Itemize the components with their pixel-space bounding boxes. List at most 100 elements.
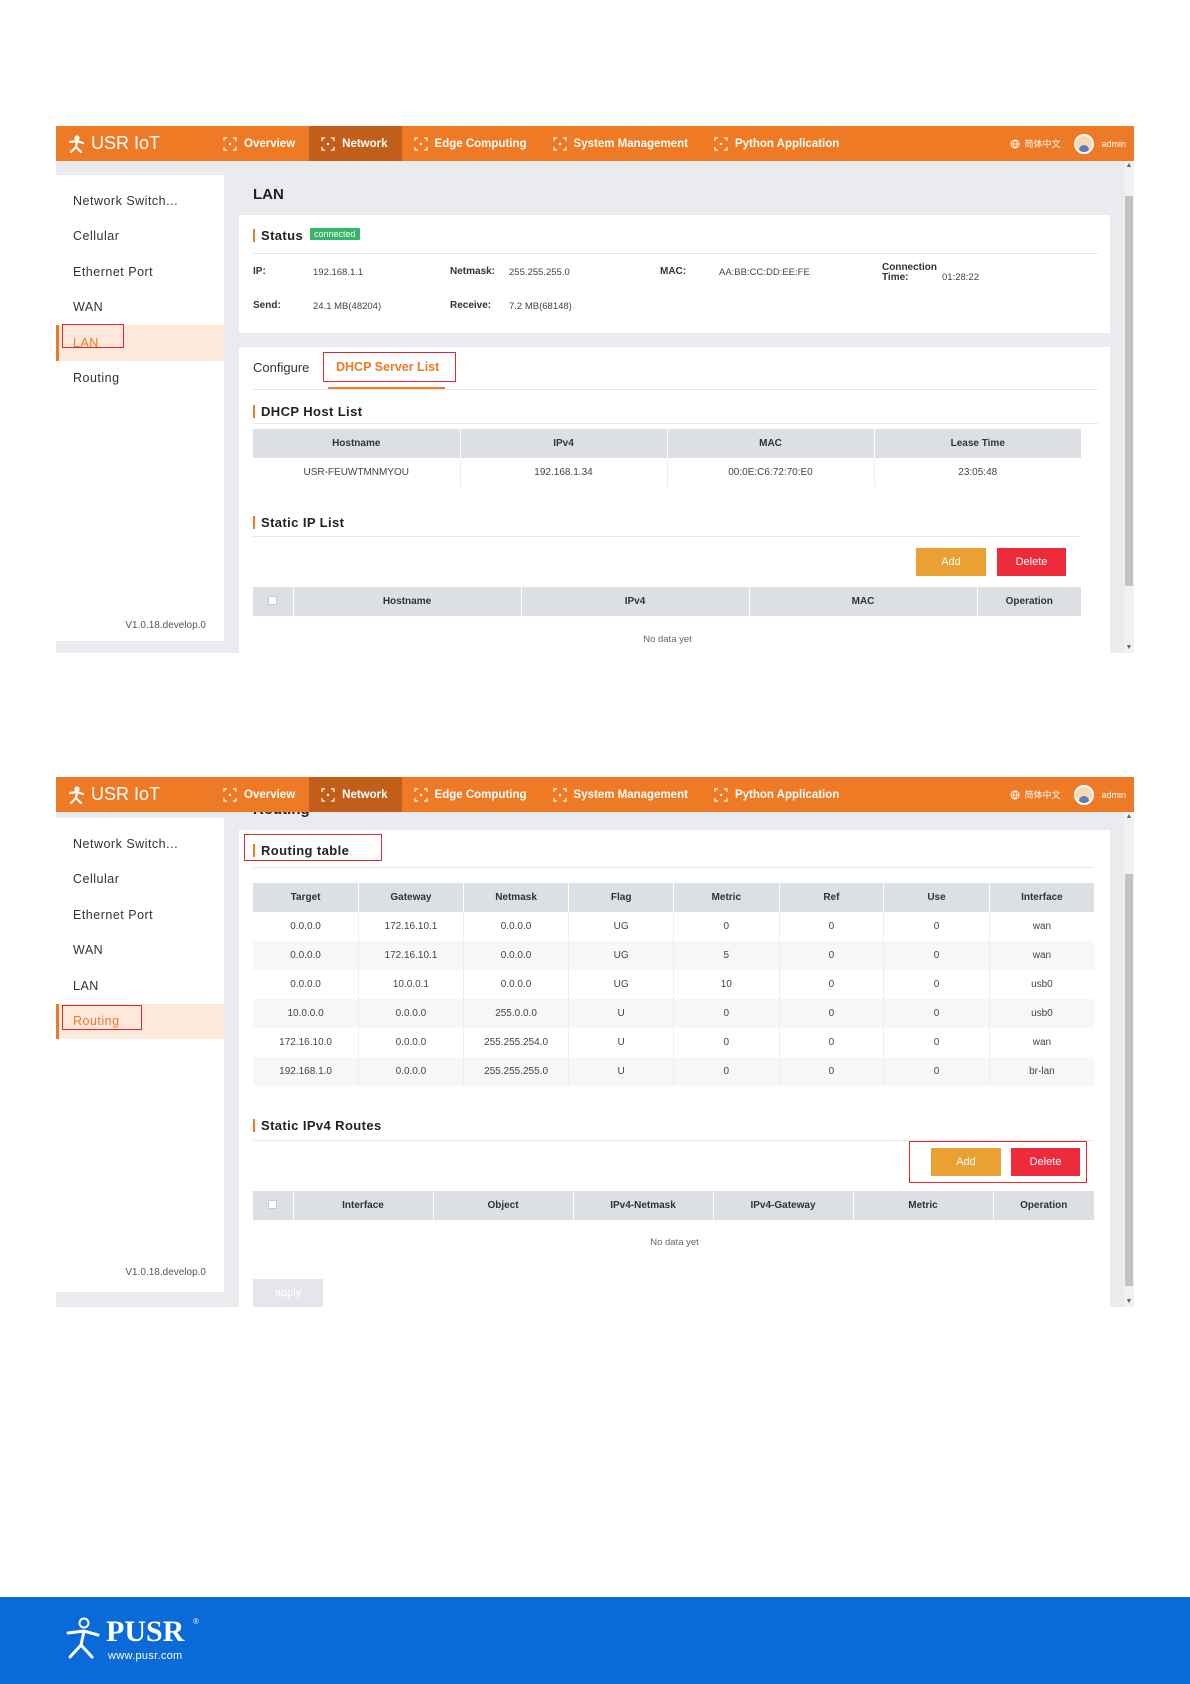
frame-icon — [223, 787, 237, 802]
sidebar-item-wan[interactable]: WAN — [56, 933, 224, 969]
footer-url: www.pusr.com — [108, 1650, 183, 1662]
column-header: Target — [253, 883, 360, 912]
frame-icon — [714, 136, 728, 151]
sidebar-item-ethernet-port[interactable]: Ethernet Port — [56, 897, 224, 933]
scrollbar[interactable]: ▲ ▼ — [1124, 161, 1134, 653]
nav-label: System Management — [573, 137, 688, 150]
apply-button[interactable]: apply — [253, 1279, 323, 1307]
version-label: V1.0.18.develop.0 — [125, 620, 206, 631]
usr-logo-icon — [68, 134, 85, 153]
sidebar-item-network-switch[interactable]: Network Switch... — [56, 826, 224, 862]
table-cell: 0.0.0.0 — [253, 941, 360, 970]
send-label: Send: — [253, 300, 281, 311]
nav-label: Edge Computing — [434, 788, 527, 801]
table-cell: 0 — [779, 941, 885, 970]
sidebar-item-ethernet-port[interactable]: Ethernet Port — [56, 254, 224, 290]
sidebar-item-cellular[interactable]: Cellular — [56, 219, 224, 255]
table-cell: 0 — [673, 1057, 780, 1086]
dhcp-host-table: Hostname IPv4 MAC Lease Time USR-FEUWTMN… — [253, 429, 1081, 487]
column-header: Lease Time — [874, 429, 1081, 458]
table-cell: 0 — [779, 1057, 885, 1086]
column-header: Ref — [779, 883, 885, 912]
delete-button[interactable]: Delete — [1011, 1148, 1080, 1176]
scrollbar[interactable]: ▲ ▼ — [1124, 812, 1134, 1307]
table-cell: 00:0E:C6:72:70:E0 — [667, 458, 875, 487]
delete-button[interactable]: Delete — [997, 548, 1066, 576]
table-cell: 192.168.1.0 — [253, 1057, 360, 1086]
status-title: Status — [253, 229, 303, 242]
user-name[interactable]: admin — [1101, 790, 1126, 800]
nav-overview[interactable]: Overview — [211, 126, 309, 161]
add-button[interactable]: Add — [931, 1148, 1001, 1176]
table-cell: 0.0.0.0 — [253, 970, 360, 999]
frame-icon — [552, 136, 567, 151]
nav-network[interactable]: Network — [309, 126, 402, 161]
nav-system-management[interactable]: System Management — [541, 126, 702, 161]
ip-label: IP: — [253, 266, 266, 277]
nav-python-application[interactable]: Python Application — [702, 777, 853, 812]
static-ip-list-title: Static IP List — [253, 516, 344, 529]
nav-label: Overview — [244, 137, 296, 150]
select-all-checkbox[interactable] — [268, 1199, 278, 1209]
static-ip-table: Hostname IPv4 MAC Operation — [253, 587, 1081, 616]
page-footer: PUSR ® www.pusr.com — [0, 1597, 1190, 1684]
table-row: 192.168.1.0 0.0.0.0 255.255.255.0 U 0 0 … — [253, 1057, 1094, 1086]
scroll-down-icon[interactable]: ▼ — [1125, 644, 1133, 652]
frame-icon — [413, 787, 428, 802]
language-switch[interactable]: 简体中文 — [1010, 137, 1060, 150]
column-header: Operation — [977, 587, 1081, 616]
avatar[interactable] — [1074, 784, 1095, 805]
mac-value: AA:BB:CC:DD:EE:FE — [719, 267, 810, 278]
select-all-checkbox[interactable] — [268, 595, 278, 605]
mac-label: MAC: — [660, 266, 687, 277]
add-button[interactable]: Add — [916, 548, 986, 576]
sidebar-item-wan[interactable]: WAN — [56, 290, 224, 326]
column-header: Netmask — [463, 883, 570, 912]
scroll-down-icon[interactable]: ▼ — [1125, 1298, 1133, 1306]
nav-python-application[interactable]: Python Application — [702, 126, 853, 161]
language-switch[interactable]: 简体中文 — [1010, 788, 1060, 801]
pusr-logo: PUSR ® www.pusr.com — [62, 1615, 302, 1667]
column-header: IPv4 — [460, 429, 668, 458]
table-cell: 0.0.0.0 — [463, 941, 570, 970]
table-cell: wan — [1032, 1037, 1052, 1048]
scroll-up-icon[interactable]: ▲ — [1125, 813, 1133, 821]
dhcp-host-list-title: DHCP Host List — [253, 405, 362, 418]
avatar[interactable] — [1074, 133, 1095, 154]
column-header: IPv4-Netmask — [573, 1191, 714, 1220]
tab-configure[interactable]: Configure — [253, 360, 309, 375]
sidebar-item-routing[interactable]: Routing — [56, 361, 224, 397]
sidebar-item-cellular[interactable]: Cellular — [56, 862, 224, 898]
scroll-up-icon[interactable]: ▲ — [1125, 162, 1133, 170]
sidebar-item-lan[interactable]: LAN — [56, 968, 224, 1004]
sidebar-item-network-switch[interactable]: Network Switch... — [56, 183, 224, 219]
user-name[interactable]: admin — [1101, 139, 1126, 149]
nav-network[interactable]: Network — [309, 777, 402, 812]
table-cell: 0 — [883, 1028, 990, 1057]
frame-icon — [413, 136, 428, 151]
column-header: Metric — [853, 1191, 994, 1220]
scroll-thumb[interactable] — [1125, 196, 1133, 586]
table-cell: wan — [1032, 921, 1052, 932]
netmask-label: Netmask: — [450, 266, 496, 277]
nav-overview[interactable]: Overview — [211, 777, 309, 812]
pusr-runner-icon — [66, 1617, 100, 1659]
column-header: Object — [433, 1191, 574, 1220]
dhcp-panel: Configure DHCP Server List DHCP Host Lis… — [239, 347, 1110, 653]
select-all-cell — [253, 1191, 294, 1220]
nav-edge-computing[interactable]: Edge Computing — [402, 126, 541, 161]
table-cell: U — [568, 1057, 674, 1086]
table-cell: U — [568, 999, 674, 1028]
nav-edge-computing[interactable]: Edge Computing — [402, 777, 541, 812]
nav-system-management[interactable]: System Management — [541, 777, 702, 812]
brand: USR IoT — [56, 784, 211, 805]
lan-screenshot: USR IoT Overview Network Edge Computing … — [56, 126, 1134, 653]
table-cell: 0 — [779, 1028, 885, 1057]
connection-time-label-2: Time: — [882, 272, 909, 283]
scroll-thumb[interactable] — [1125, 874, 1133, 1286]
column-header: Interface — [293, 1191, 434, 1220]
language-label: 简体中文 — [1024, 790, 1061, 800]
table-cell: UG — [568, 912, 674, 941]
column-header: Use — [883, 883, 990, 912]
nav-label: Python Application — [734, 788, 840, 801]
